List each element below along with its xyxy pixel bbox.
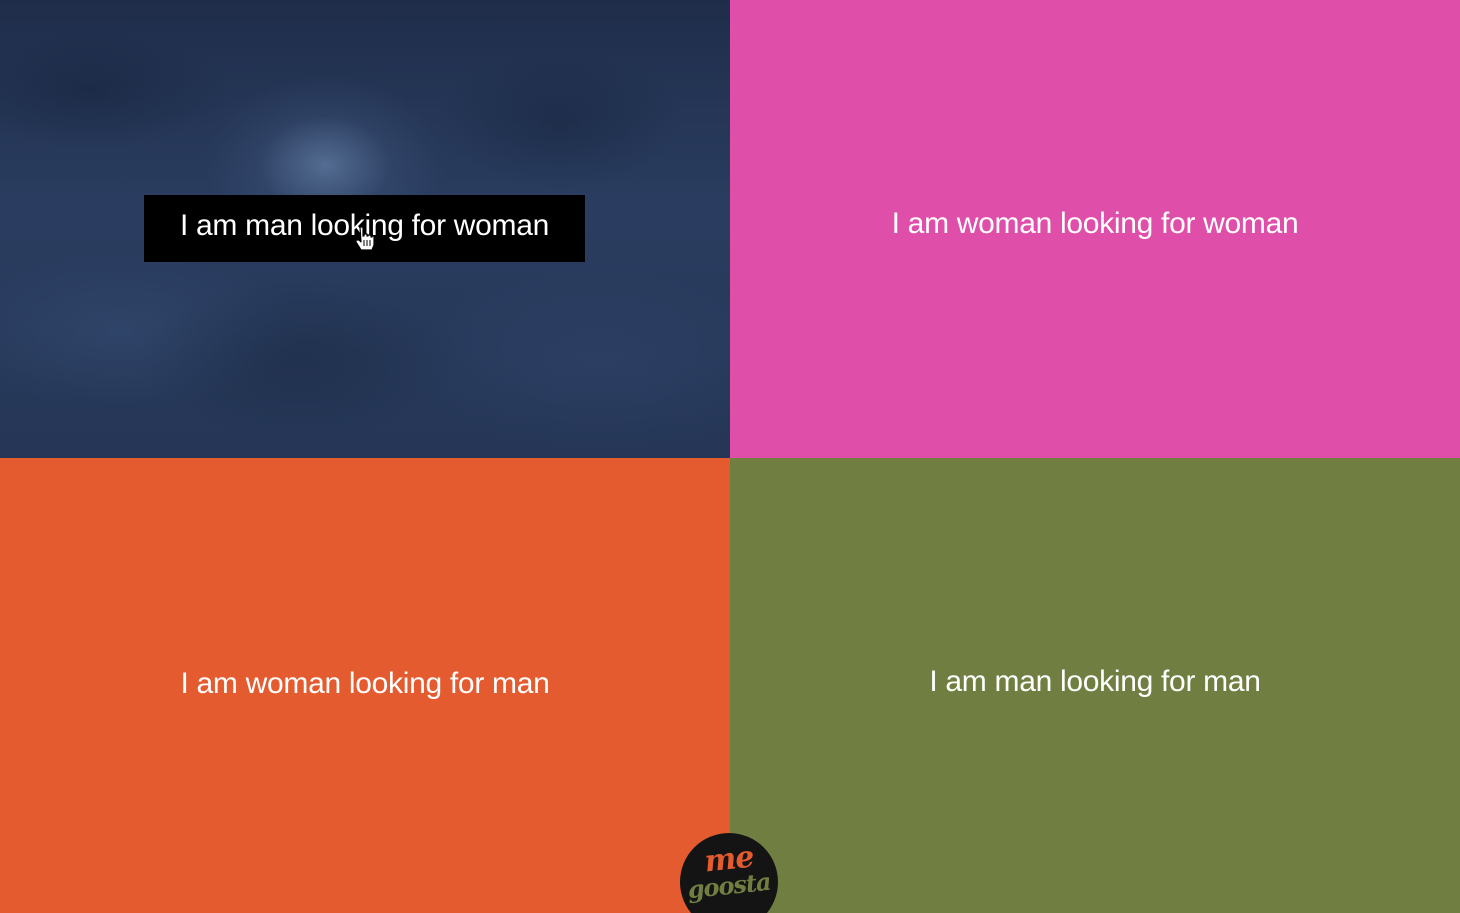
- option-label: I am woman looking for woman: [891, 207, 1299, 240]
- option-woman-seeking-man[interactable]: I am woman looking for man: [0, 458, 730, 913]
- option-label: I am man looking for man: [929, 665, 1261, 698]
- option-man-seeking-woman[interactable]: I am man looking for woman: [0, 0, 730, 458]
- option-man-seeking-man[interactable]: I am man looking for man: [730, 458, 1460, 913]
- option-label-highlighted[interactable]: I am man looking for woman: [144, 195, 585, 262]
- option-woman-seeking-woman[interactable]: I am woman looking for woman: [730, 0, 1460, 458]
- option-label: I am woman looking for man: [180, 667, 550, 700]
